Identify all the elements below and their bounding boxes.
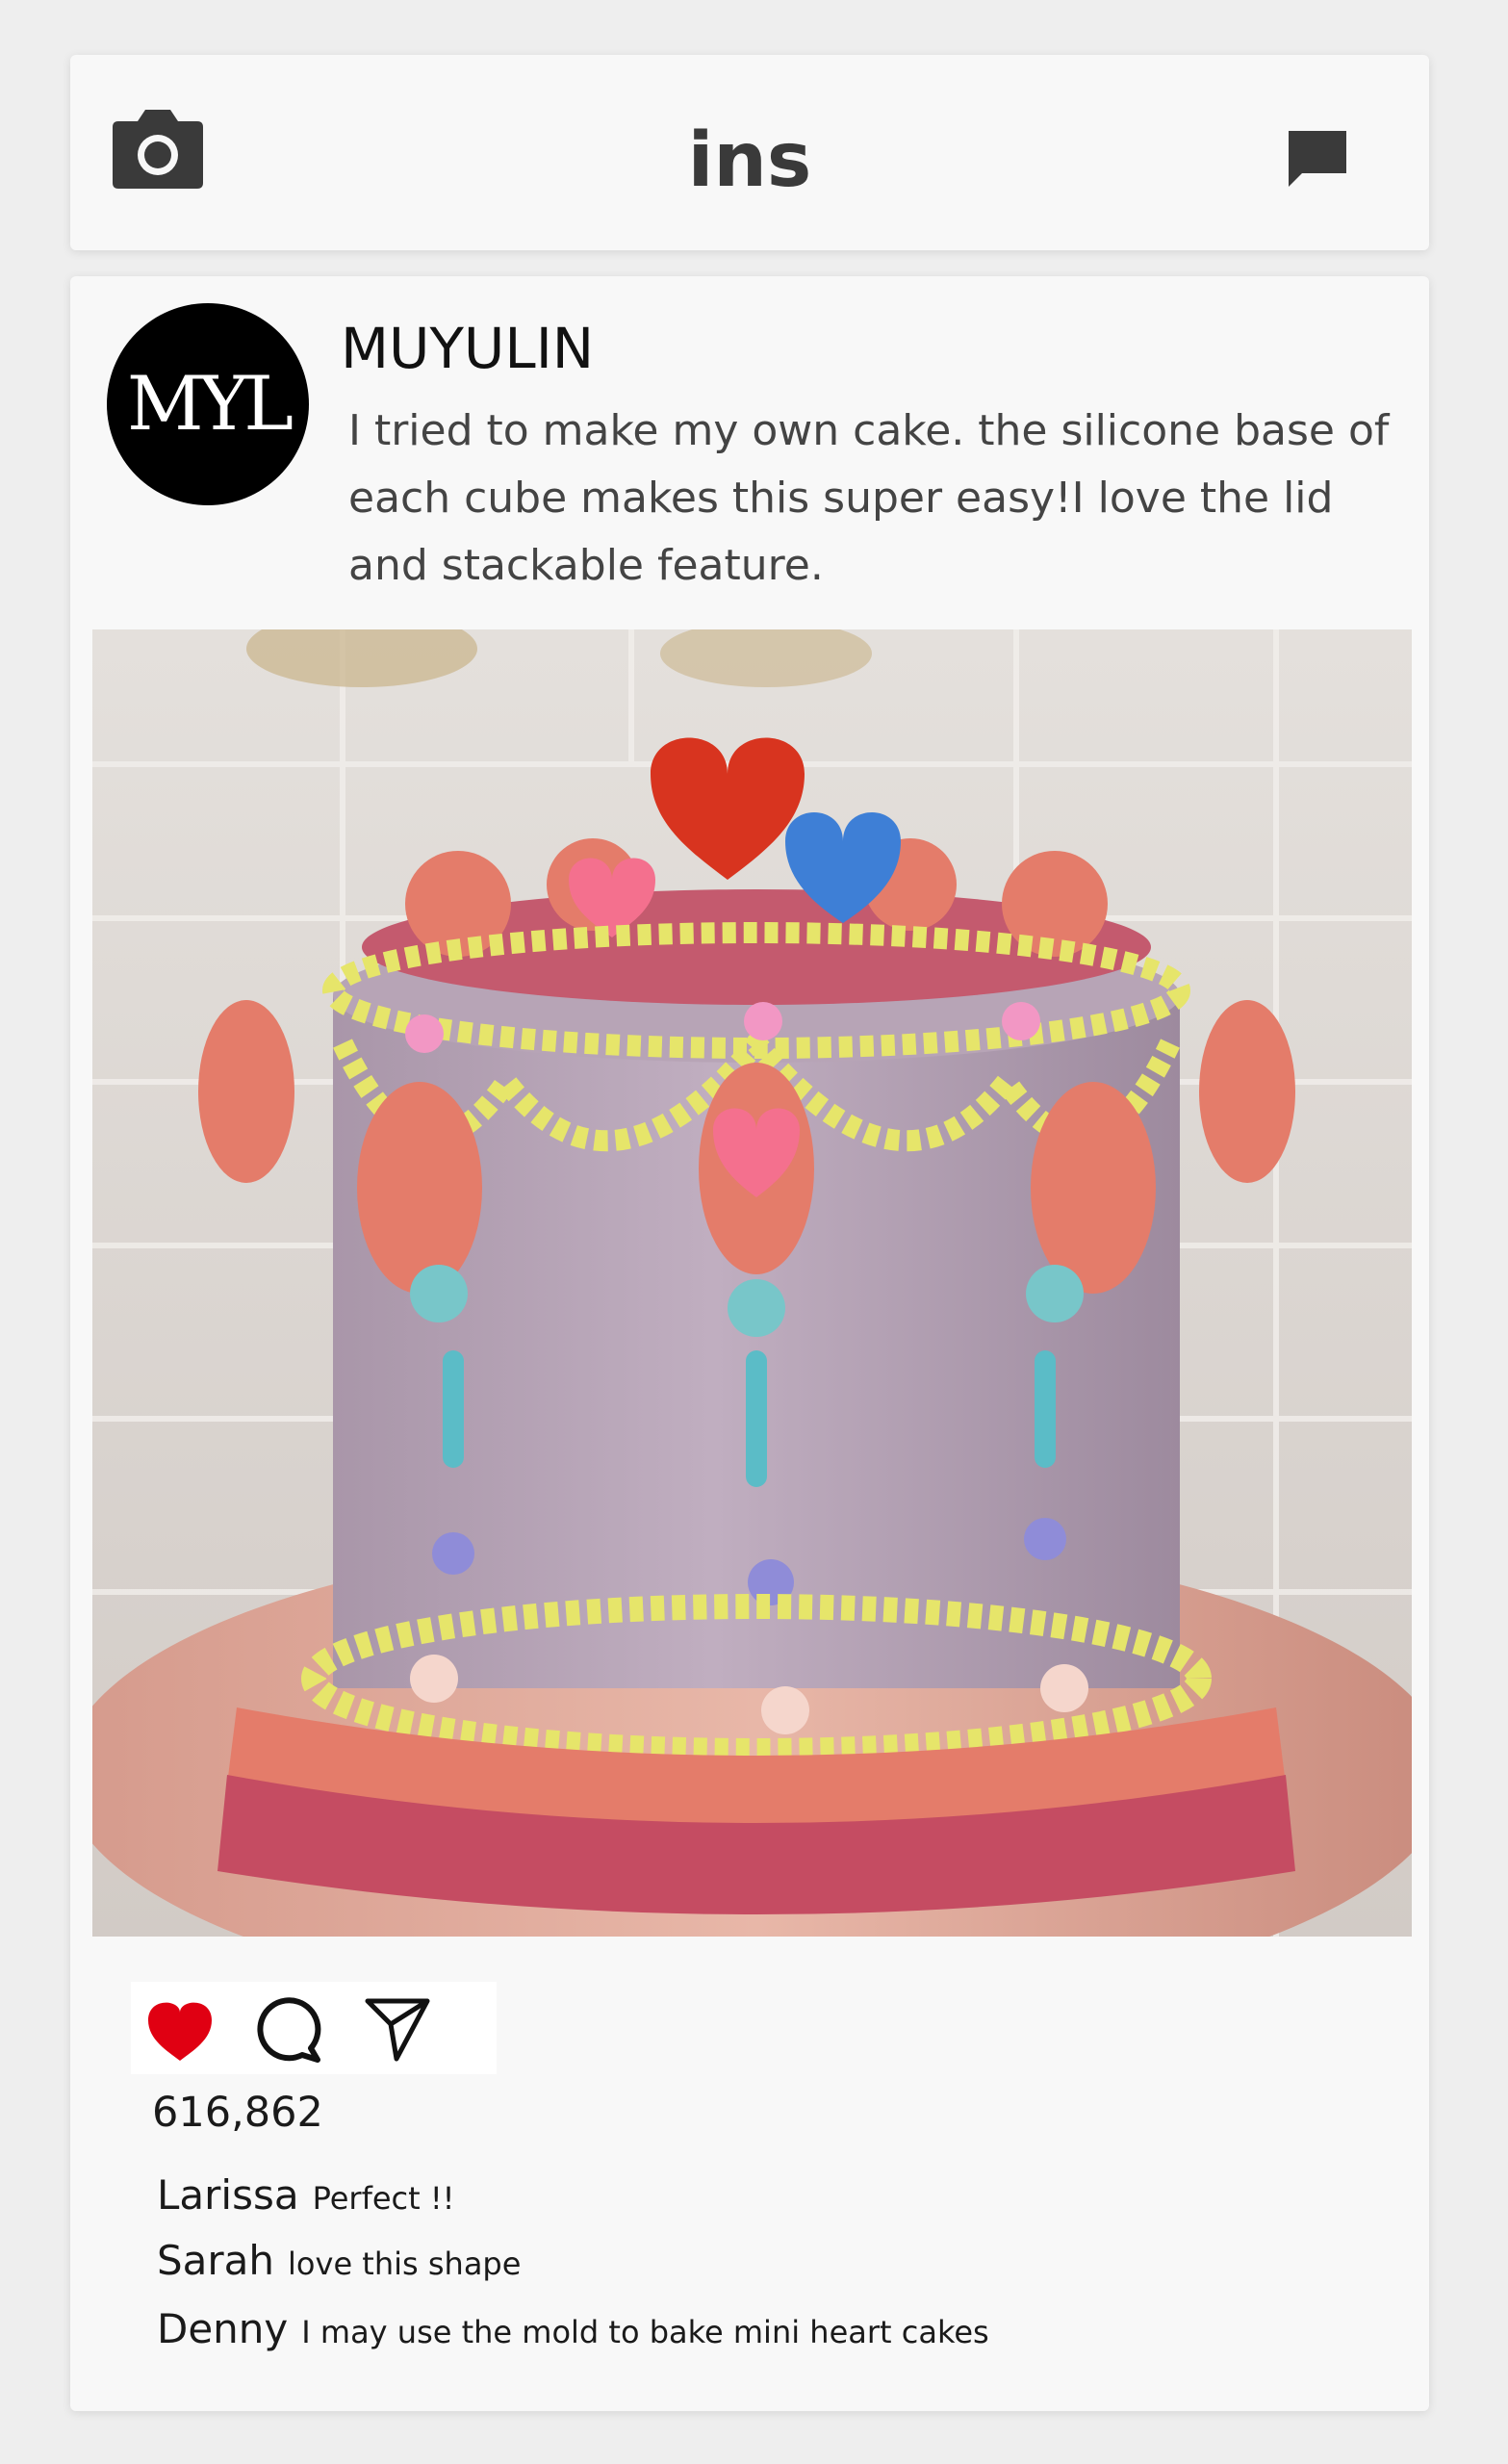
comment-text: Perfect !! — [312, 2180, 455, 2217]
like-count: 616,862 — [152, 2089, 323, 2137]
comment-item: Larissa Perfect !! — [157, 2171, 455, 2219]
app-title: ins — [687, 117, 812, 204]
comment-text: I may use the mold to bake mini heart ca… — [301, 2314, 989, 2350]
post-image[interactable] — [92, 629, 1412, 1937]
post-caption: I tried to make my own cake. the silicon… — [348, 406, 1390, 590]
comment-item: Sarah love this shape — [157, 2237, 521, 2284]
comment-text: love this shape — [288, 2246, 522, 2282]
message-icon[interactable] — [1285, 127, 1350, 191]
comment-bubble-icon[interactable] — [254, 1995, 325, 2063]
heart-icon[interactable] — [144, 1995, 216, 2063]
comment-item: Denny I may use the mold to bake mini hea… — [157, 2305, 989, 2352]
comment-author[interactable]: Sarah — [157, 2237, 274, 2284]
post-actions — [131, 1982, 497, 2074]
post-username[interactable]: MUYULIN — [341, 315, 594, 382]
comment-author[interactable]: Larissa — [157, 2171, 299, 2219]
comment-author[interactable]: Denny — [157, 2305, 288, 2352]
post-card: MYL MUYULIN I tried to make my own cake.… — [70, 276, 1429, 2411]
avatar[interactable]: MYL — [107, 303, 309, 505]
top-bar: ins — [70, 55, 1429, 250]
send-icon[interactable] — [362, 1995, 433, 2063]
